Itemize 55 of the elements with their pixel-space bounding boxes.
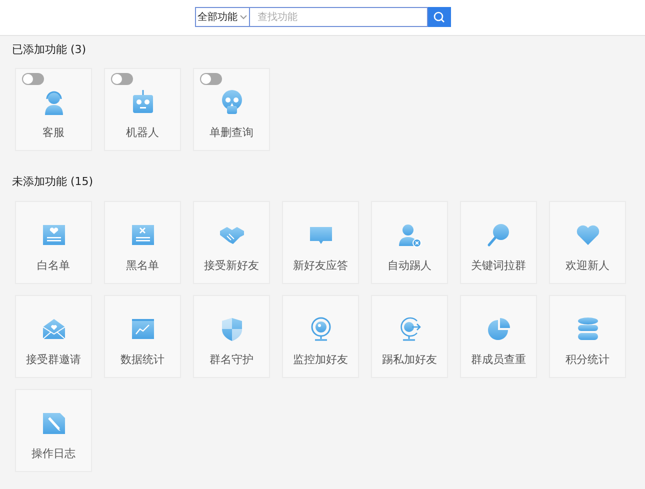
search-button[interactable] [428, 7, 450, 27]
pie-chart-icon [486, 316, 512, 342]
feature-card[interactable]: 关键词拉群 [460, 201, 537, 284]
feature-label: 群成员查重 [471, 352, 526, 368]
feature-label: 机器人 [126, 125, 159, 141]
chevron-down-icon [240, 14, 246, 20]
feature-card[interactable]: 新好友应答 [282, 201, 359, 284]
feature-card[interactable]: 客服 [15, 68, 92, 151]
feature-label: 欢迎新人 [566, 258, 610, 274]
pencil-note-icon [40, 410, 66, 436]
envelope-heart-icon [40, 316, 66, 342]
scope-label: 全部功能 [198, 10, 238, 24]
x-card-icon [130, 222, 156, 248]
feature-label: 单删查询 [210, 125, 254, 141]
feature-card[interactable]: 群成员查重 [460, 295, 537, 378]
feature-label: 黑名单 [126, 258, 159, 274]
feature-label: 客服 [42, 125, 64, 141]
feature-card[interactable]: 接受新好友 [193, 201, 270, 284]
feature-card[interactable]: 机器人 [104, 68, 181, 151]
feature-label: 积分统计 [566, 352, 610, 368]
section-heading: 已添加功能 (3) [12, 42, 86, 58]
feature-label: 踢私加好友 [382, 352, 437, 368]
search-icon [433, 11, 445, 23]
feature-card[interactable]: 积分统计 [549, 295, 626, 378]
magnifier-icon [486, 222, 512, 248]
feature-label: 白名单 [37, 258, 70, 274]
section-heading: 未添加功能 (15) [12, 174, 94, 190]
feature-label: 群名守护 [210, 352, 254, 368]
feature-label: 关键词拉群 [471, 258, 526, 274]
feature-card[interactable]: 白名单 [15, 201, 92, 284]
feature-card[interactable]: 黑名单 [104, 201, 181, 284]
feature-card[interactable]: 操作日志 [15, 389, 92, 472]
feature-label: 监控加好友 [293, 352, 348, 368]
feature-card[interactable]: 接受群邀请 [15, 295, 92, 378]
heart-card-icon [40, 222, 66, 248]
feature-label: 数据统计 [120, 352, 164, 368]
toggle-switch[interactable] [111, 73, 133, 85]
feature-card[interactable]: 数据统计 [104, 295, 181, 378]
feature-card[interactable]: 单删查询 [193, 68, 270, 151]
toggle-switch[interactable] [200, 73, 222, 85]
scope-dropdown[interactable]: 全部功能 [194, 7, 250, 27]
feature-label: 新好友应答 [293, 258, 348, 274]
search-field[interactable]: 查找功能 [250, 7, 428, 27]
feature-card[interactable]: 自动踢人 [371, 201, 448, 284]
feature-card[interactable]: 监控加好友 [282, 295, 359, 378]
feature-card[interactable]: 踢私加好友 [371, 295, 448, 378]
line-chart-icon [130, 316, 156, 342]
toggle-switch[interactable] [22, 73, 44, 85]
feature-label: 接受新好友 [204, 258, 259, 274]
feature-card[interactable]: 欢迎新人 [549, 201, 626, 284]
feature-label: 操作日志 [32, 446, 76, 462]
user-remove-icon [396, 222, 422, 248]
feature-label: 接受群邀请 [26, 352, 81, 368]
feature-label: 自动踢人 [388, 258, 432, 274]
feature-card[interactable]: 群名守护 [193, 295, 270, 378]
